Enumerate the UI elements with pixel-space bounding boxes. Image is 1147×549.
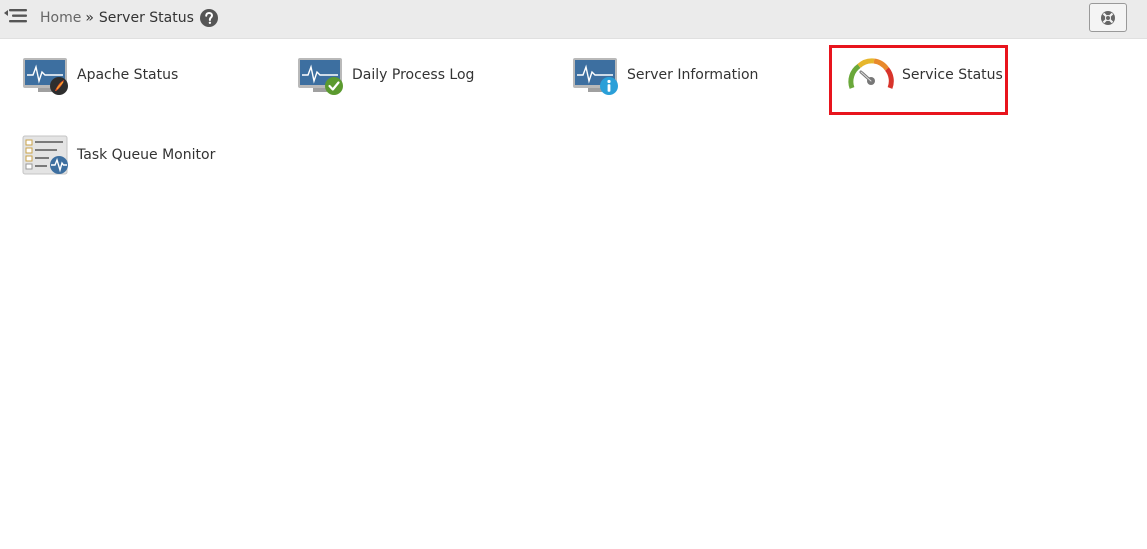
question-circle-icon[interactable] [199, 9, 218, 27]
server-information-link[interactable]: Server Information [572, 52, 758, 98]
breadcrumb-separator: » [85, 10, 94, 26]
tile-label: Apache Status [77, 67, 179, 83]
menu-collapse-icon[interactable] [4, 6, 28, 26]
checklist-pulse-icon [22, 135, 70, 175]
apache-status-link[interactable]: Apache Status [22, 52, 178, 98]
tile-label: Service Status [902, 67, 1003, 83]
tile-label: Daily Process Log [352, 67, 475, 83]
monitor-check-icon [297, 55, 345, 95]
daily-process-log-link[interactable]: Daily Process Log [297, 52, 474, 98]
monitor-feather-icon [22, 55, 70, 95]
service-status-link[interactable]: Service Status [847, 52, 1003, 98]
gauge-icon [847, 55, 895, 95]
top-bar: Home » Server Status [0, 0, 1147, 39]
close-button[interactable] [1089, 3, 1127, 32]
task-queue-monitor-link[interactable]: Task Queue Monitor [22, 132, 215, 178]
tile-label: Task Queue Monitor [77, 147, 216, 163]
breadcrumb-home-link[interactable]: Home [40, 10, 81, 26]
monitor-info-icon [572, 55, 620, 95]
tile-label: Server Information [627, 67, 759, 83]
page-title: Server Status [98, 10, 194, 26]
lifebuoy-close-icon [1101, 10, 1115, 25]
breadcrumb: Home » Server Status [40, 8, 218, 28]
